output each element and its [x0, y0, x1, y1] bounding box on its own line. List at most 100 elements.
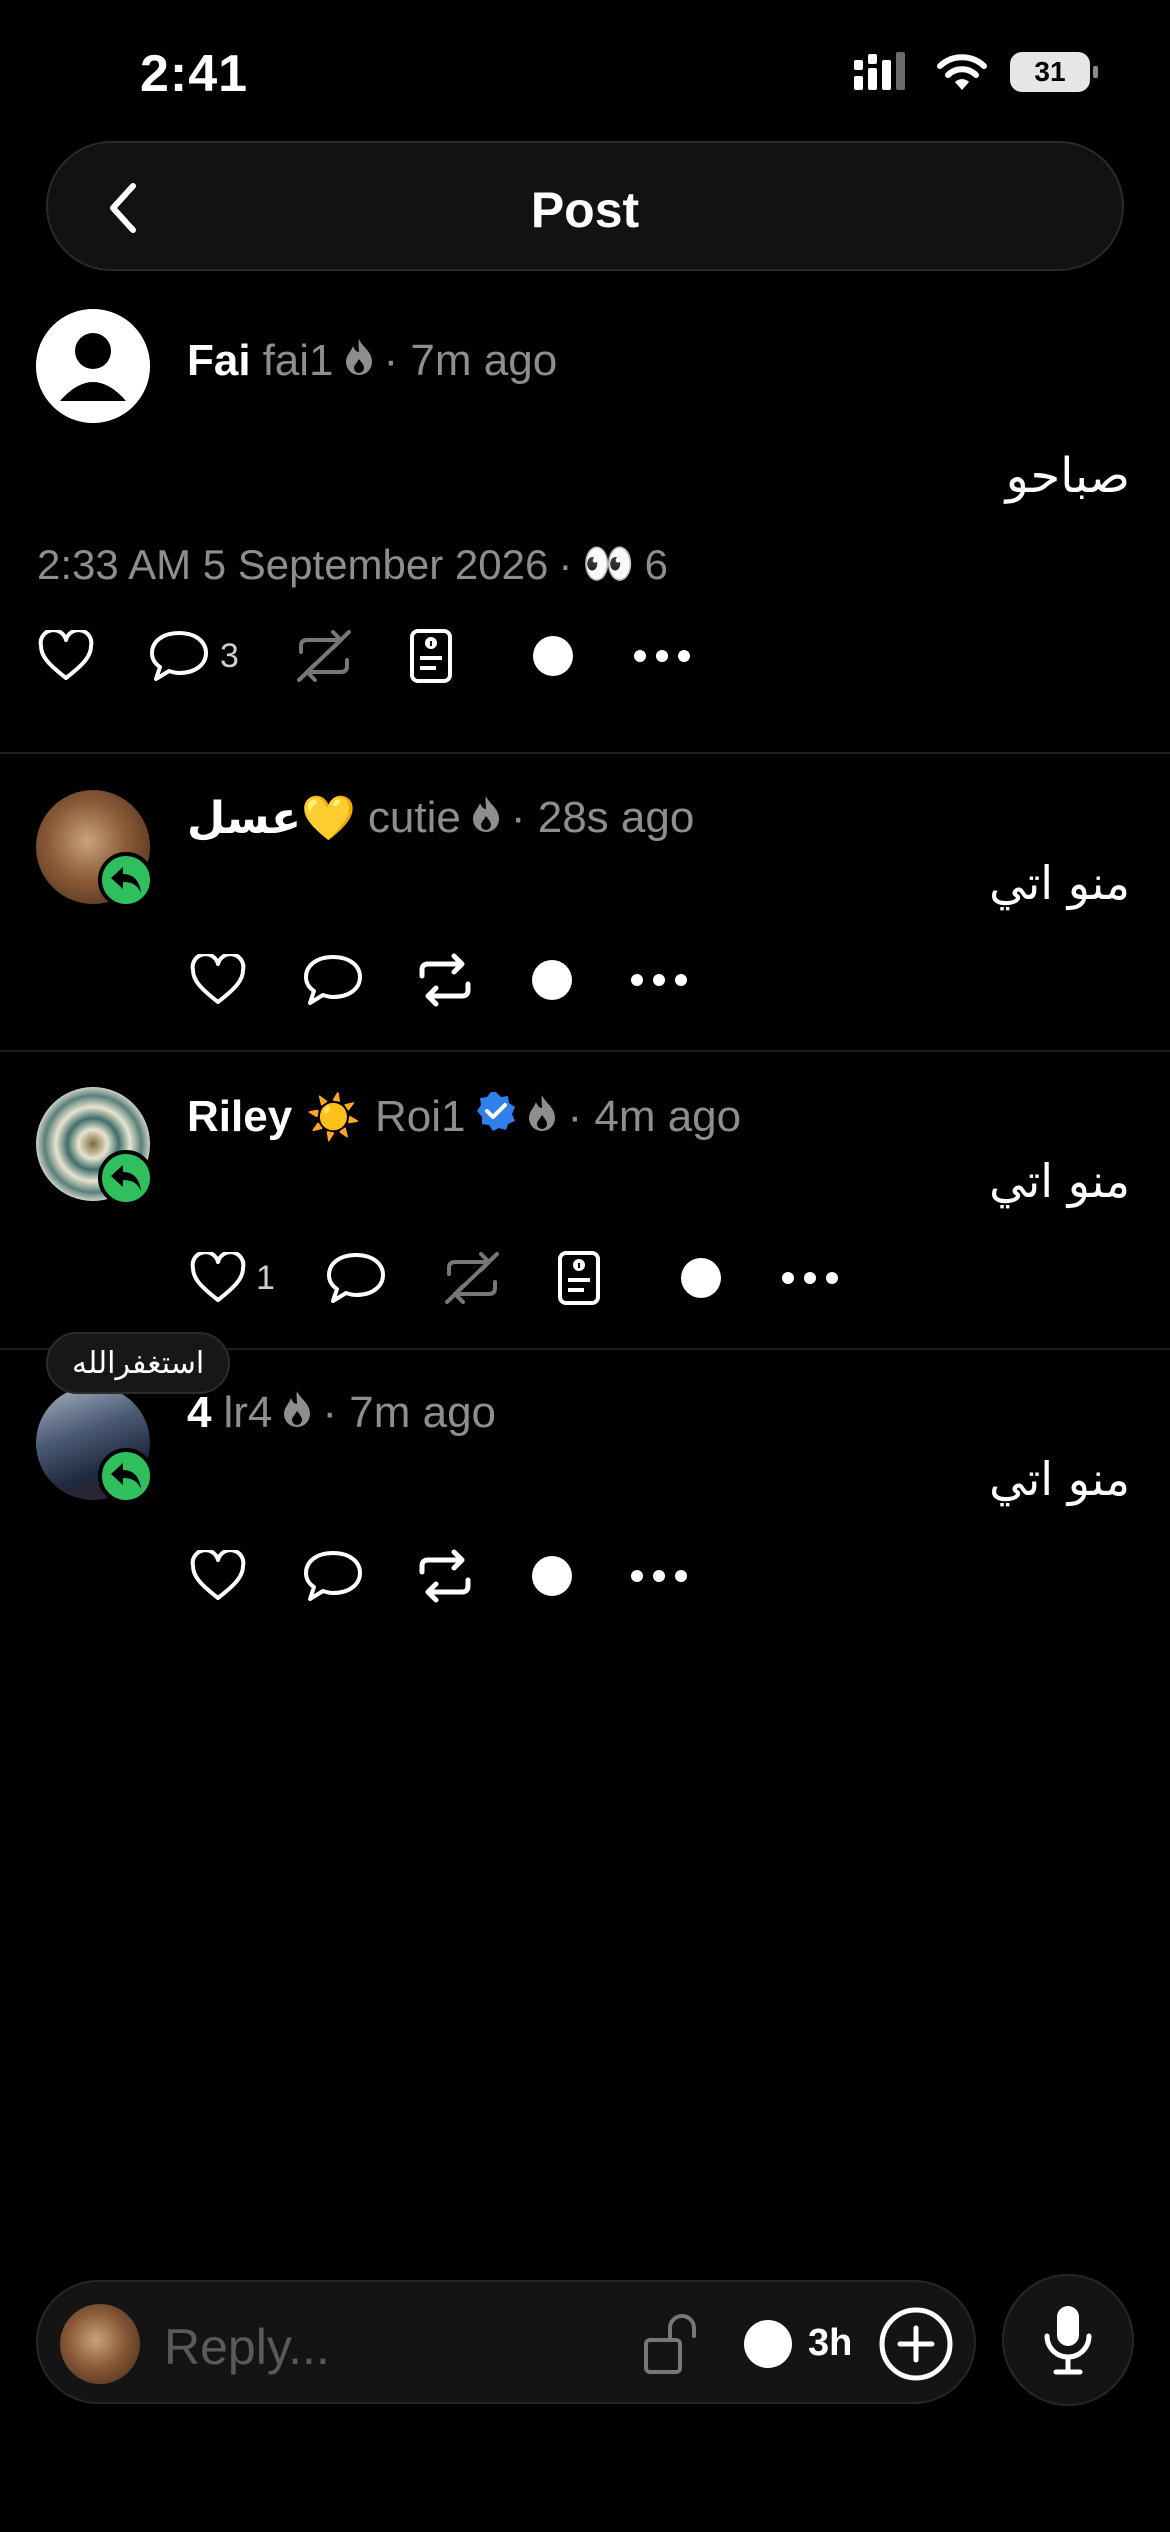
- page-title: Post: [530, 182, 640, 238]
- heart-icon: [190, 1252, 246, 1302]
- post-text: صباحو: [1005, 448, 1130, 504]
- info-card-icon: [409, 629, 452, 683]
- like-button[interactable]: [190, 1550, 246, 1602]
- status-dot-button[interactable]: [532, 1556, 572, 1596]
- status-dot: [532, 1556, 572, 1596]
- info-card-button[interactable]: [557, 1250, 601, 1306]
- status-icons: 31: [854, 52, 1098, 92]
- status-dot-button[interactable]: [532, 636, 573, 676]
- reply-text: منو اتي: [989, 1452, 1130, 1506]
- wifi-icon: [937, 54, 987, 90]
- status-dot: [532, 636, 573, 676]
- repost-disabled-button[interactable]: [441, 1250, 503, 1306]
- battery-level: 31: [1034, 56, 1066, 87]
- more-horizontal-icon: [633, 650, 690, 662]
- status-tooltip: استغفرالله: [46, 1332, 231, 1394]
- reply-author-handle[interactable]: Roi1: [375, 1092, 466, 1142]
- battery-icon: 31: [1010, 52, 1098, 92]
- author-avatar[interactable]: [36, 309, 150, 423]
- repost-button[interactable]: [414, 952, 476, 1008]
- repost-icon: [419, 1549, 471, 1603]
- post-meta: Fai fai1 · 7m ago: [187, 336, 557, 386]
- comment-button[interactable]: [325, 1251, 387, 1305]
- like-button[interactable]: [190, 954, 246, 1006]
- comment-button[interactable]: [302, 1549, 364, 1603]
- comment-icon: [304, 955, 362, 1005]
- status-dot-button[interactable]: [532, 960, 572, 1000]
- my-avatar: [60, 2304, 140, 2384]
- reply-arrow-icon: [111, 1463, 141, 1489]
- microphone-icon: [1044, 2306, 1092, 2375]
- reply-actions: [190, 952, 688, 1008]
- repost-button[interactable]: [414, 1548, 476, 1604]
- status-dot-button[interactable]: [680, 1258, 721, 1298]
- voice-record-button[interactable]: [1002, 2274, 1134, 2406]
- comment-icon: [150, 631, 208, 681]
- heart-icon: [38, 630, 94, 680]
- unlock-icon: [644, 2314, 696, 2374]
- reply-author-name[interactable]: عسل💛: [187, 792, 356, 844]
- reply-meta: عسل💛 cutie · 28s ago: [187, 792, 694, 844]
- more-options-button[interactable]: [781, 1271, 839, 1285]
- reply-composer: Reply... 3h: [36, 2280, 976, 2404]
- battery-cap: [1093, 66, 1098, 78]
- like-count: 1: [256, 1258, 275, 1297]
- reply-actions: 1: [190, 1250, 839, 1306]
- flame-icon: [344, 336, 374, 386]
- reply-input[interactable]: Reply...: [164, 2318, 330, 2376]
- post-date-row: 2:33 AM 5 September 2026 · 👀 6: [37, 540, 668, 589]
- plus-circle-icon: [879, 2307, 953, 2381]
- views-emoji: 👀: [582, 540, 635, 587]
- comment-icon: [326, 1253, 385, 1303]
- like-button[interactable]: 1: [190, 1252, 275, 1304]
- reply-meta: 4 lr4 · 7m ago: [187, 1388, 496, 1438]
- comment-button[interactable]: [302, 953, 364, 1007]
- repost-icon: [419, 953, 471, 1007]
- more-options-button[interactable]: [630, 973, 688, 987]
- more-options-button[interactable]: [633, 649, 691, 663]
- flame-icon: [471, 793, 501, 843]
- divider: [0, 752, 1170, 754]
- expiry-timer[interactable]: 3h: [808, 2322, 852, 2365]
- heart-icon: [190, 954, 246, 1004]
- more-horizontal-icon: [781, 1272, 838, 1284]
- verified-badge-icon: [475, 1090, 517, 1143]
- more-options-button[interactable]: [630, 1569, 688, 1583]
- repost-disabled-button[interactable]: [293, 628, 355, 684]
- views-separator: ·: [558, 540, 573, 588]
- expiry-dot[interactable]: [744, 2320, 792, 2368]
- sun-emoji: ☀️: [306, 1091, 361, 1143]
- privacy-toggle[interactable]: [642, 2312, 706, 2381]
- reply-author-name[interactable]: 4: [187, 1388, 211, 1438]
- reply-author-name[interactable]: Riley: [187, 1092, 292, 1142]
- post-time: · 7m ago: [383, 336, 558, 385]
- default-user-icon: [36, 309, 150, 423]
- views-count: 6: [644, 540, 668, 588]
- reply-arrow-icon: [111, 1165, 141, 1191]
- comment-count: 3: [220, 636, 239, 675]
- reply-arrow-icon: [111, 867, 141, 893]
- reply-meta: Riley ☀️ Roi1 · 4m ago: [187, 1090, 741, 1143]
- author-name[interactable]: Fai: [187, 336, 251, 386]
- comment-button[interactable]: 3: [148, 629, 239, 683]
- like-button[interactable]: [38, 630, 94, 682]
- author-handle[interactable]: fai1: [263, 336, 334, 386]
- comment-icon: [304, 1551, 362, 1601]
- info-card-button[interactable]: [409, 628, 453, 684]
- post-header: Post: [46, 141, 1124, 271]
- reply-badge: [98, 1150, 154, 1206]
- repost-off-icon: [444, 1252, 499, 1304]
- reply-author-handle[interactable]: cutie: [368, 793, 461, 843]
- heart-icon: [190, 1550, 246, 1600]
- flame-icon: [282, 1388, 312, 1438]
- reply-badge: [98, 1448, 154, 1504]
- more-horizontal-icon: [631, 1570, 687, 1582]
- repost-off-icon: [296, 630, 351, 682]
- status-time: 2:41: [140, 45, 249, 103]
- divider: [0, 1050, 1170, 1052]
- reply-author-handle[interactable]: lr4: [223, 1388, 272, 1438]
- add-attachment-button[interactable]: [878, 2306, 954, 2387]
- info-card-icon: [557, 1251, 600, 1305]
- reply-time: · 28s ago: [510, 793, 695, 842]
- reply-text: منو اتي: [989, 856, 1130, 910]
